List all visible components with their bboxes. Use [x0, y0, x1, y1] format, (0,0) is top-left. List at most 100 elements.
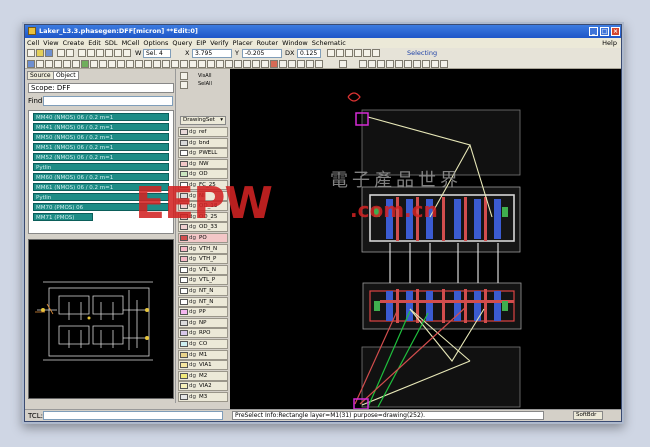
path-icon[interactable]	[99, 60, 107, 68]
merge-icon[interactable]	[135, 60, 143, 68]
list-item[interactable]: Pytlin	[33, 193, 169, 201]
flip-icon[interactable]	[144, 60, 152, 68]
object-list[interactable]: MM40 (NMOS) 06 / 0.2 m=1 MM41 (NMOS) 06 …	[28, 110, 174, 234]
options-icon[interactable]	[368, 60, 376, 68]
bookmark-icon[interactable]	[431, 60, 439, 68]
layer-row[interactable]: dg FC_25	[178, 180, 228, 190]
zoom-fit-icon[interactable]	[96, 49, 104, 57]
layout-canvas[interactable]	[230, 69, 621, 409]
layer-row[interactable]: dg VIA1	[178, 360, 228, 371]
list-item[interactable]: MM60 (NMOS) 06 / 0.2 m=1	[33, 173, 169, 181]
move-icon[interactable]	[36, 60, 44, 68]
selectable-icon[interactable]	[180, 81, 188, 89]
layer-row[interactable]: dg VTH_N	[178, 243, 228, 254]
lvs-icon[interactable]	[207, 60, 215, 68]
redo-icon[interactable]	[66, 49, 74, 57]
rectangle-icon[interactable]	[81, 60, 89, 68]
placer-icon[interactable]	[297, 60, 305, 68]
cell-icon[interactable]	[395, 60, 403, 68]
menu-window[interactable]: Window	[280, 38, 310, 48]
layers-icon[interactable]	[377, 60, 385, 68]
flatten-icon[interactable]	[243, 60, 251, 68]
list-item[interactable]: Pytlin	[33, 163, 169, 171]
search-icon[interactable]	[189, 60, 197, 68]
layer-row[interactable]: dg VIA2	[178, 381, 228, 392]
layer-row[interactable]: dg M1	[178, 349, 228, 360]
layer-row[interactable]: dg OD_33	[178, 222, 228, 233]
instance-icon[interactable]	[108, 60, 116, 68]
menu-cell[interactable]: Cell	[25, 38, 41, 48]
window-icon[interactable]	[252, 60, 260, 68]
layer-row[interactable]: dg NI	[178, 190, 228, 201]
list-item[interactable]: MM71 (PMOS)	[33, 213, 93, 221]
hier-up-icon[interactable]	[225, 60, 233, 68]
align-icon[interactable]	[162, 60, 170, 68]
properties-icon[interactable]	[359, 60, 367, 68]
cut-icon[interactable]	[126, 60, 134, 68]
menu-mcell[interactable]: MCell	[120, 38, 142, 48]
menu-router[interactable]: Router	[255, 38, 281, 48]
list-item[interactable]: MM61 (NMOS) 06 / 0.2 m=1	[33, 183, 169, 191]
x-coordinate-field[interactable]: 3.795	[192, 49, 232, 58]
soft-boundary-dropdown[interactable]: SoftBdr	[573, 411, 603, 420]
stretch-icon[interactable]	[72, 60, 80, 68]
layer-row[interactable]: dg bnd	[178, 137, 228, 148]
polygon-icon[interactable]	[90, 60, 98, 68]
cursor-icon[interactable]	[339, 60, 347, 68]
help-icon[interactable]	[386, 60, 394, 68]
grid-icon[interactable]	[336, 49, 344, 57]
menu-query[interactable]: Query	[170, 38, 194, 48]
text-icon[interactable]	[54, 60, 62, 68]
menu-create[interactable]: Create	[61, 38, 87, 48]
close-button[interactable]: ×	[611, 27, 620, 36]
layer-icon[interactable]	[363, 49, 371, 57]
list-item[interactable]: MM70 (PMOS) 06	[33, 203, 169, 211]
layer-row[interactable]: dg ref	[178, 127, 228, 137]
save-icon[interactable]	[45, 49, 53, 57]
layer-row[interactable]: dg NP	[178, 317, 228, 328]
cell-block-top[interactable]	[361, 109, 521, 176]
menu-sdl[interactable]: SDL	[103, 38, 120, 48]
undo-icon[interactable]	[57, 49, 65, 57]
measure-icon[interactable]	[180, 60, 188, 68]
tcl-command-input[interactable]	[43, 411, 223, 420]
layer-row[interactable]: dg NT_N	[178, 286, 228, 296]
open-icon[interactable]	[36, 49, 44, 57]
list-item[interactable]: MM52 (NMOS) 06 / 0.2 m=1	[33, 153, 169, 161]
binoculars-icon[interactable]	[306, 60, 314, 68]
label-icon[interactable]	[63, 60, 71, 68]
list-item[interactable]: MM50 (NMOS) 06 / 0.2 m=1	[33, 133, 169, 141]
angle-icon[interactable]	[354, 49, 362, 57]
zoom-in-icon[interactable]	[78, 49, 86, 57]
copy-icon[interactable]	[45, 60, 53, 68]
tab-source[interactable]: Source	[27, 71, 54, 80]
sel-all-button[interactable]: SelAll	[198, 81, 212, 87]
cell-block-bottom[interactable]	[361, 346, 521, 408]
dx-field[interactable]: 0.125	[297, 49, 321, 58]
layer-row[interactable]: dg VTL_P	[178, 275, 228, 286]
schematic-preview[interactable]	[28, 239, 174, 399]
new-icon[interactable]	[27, 49, 35, 57]
menu-help[interactable]: Help	[600, 38, 619, 48]
menu-view[interactable]: View	[41, 38, 60, 48]
menu-edit[interactable]: Edit	[86, 38, 103, 48]
unhighlight-icon[interactable]	[279, 60, 287, 68]
router-icon[interactable]	[288, 60, 296, 68]
ortho-icon[interactable]	[345, 49, 353, 57]
y-coordinate-field[interactable]: -0.205	[242, 49, 282, 58]
zoom-out-icon[interactable]	[87, 49, 95, 57]
drc-icon[interactable]	[198, 60, 206, 68]
view-icon[interactable]	[422, 60, 430, 68]
layer-row[interactable]: dg OD_25	[178, 211, 228, 222]
list-item[interactable]: MM40 (NMOS) 06 / 0.2 m=1	[33, 113, 169, 121]
layer-row[interactable]: dg OD_18	[178, 201, 228, 212]
vis-all-button[interactable]: VisAll	[198, 73, 212, 79]
layer-row[interactable]: dg M3	[178, 392, 228, 402]
refresh-icon[interactable]	[114, 49, 122, 57]
tab-object[interactable]: Object	[53, 71, 79, 80]
print-icon[interactable]	[440, 60, 448, 68]
list-item[interactable]: MM41 (NMOS) 06 / 0.2 m=1	[33, 123, 169, 131]
net-icon[interactable]	[216, 60, 224, 68]
select-icon[interactable]	[27, 60, 35, 68]
find-input[interactable]	[43, 96, 173, 106]
